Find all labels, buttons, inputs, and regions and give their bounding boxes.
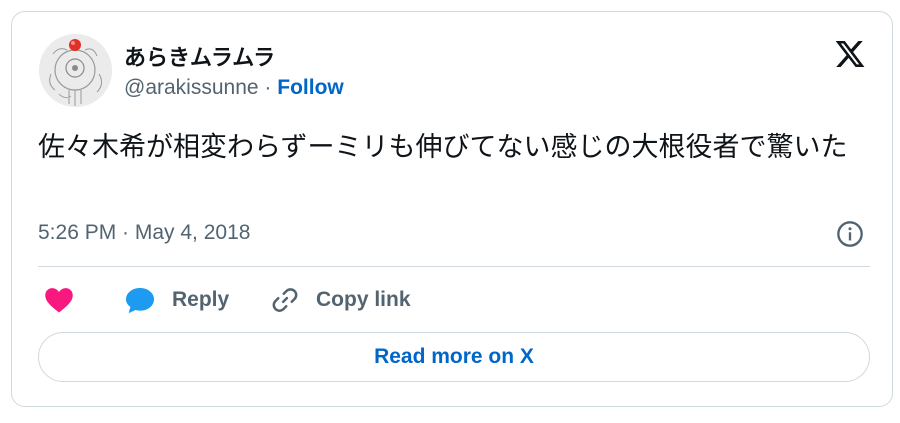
heart-icon[interactable] xyxy=(44,286,74,314)
reply-label: Reply xyxy=(172,288,230,311)
divider xyxy=(38,266,870,267)
embedded-tweet-card: あらきムラムラ @arakissunne · Follow 佐々木希が相変わらず… xyxy=(11,11,893,407)
author-handle-row: @arakissunne · Follow xyxy=(124,76,344,100)
copy-link-button[interactable]: Copy link xyxy=(270,282,411,318)
link-icon xyxy=(272,288,298,312)
handle-separator: · xyxy=(264,76,272,99)
info-icon[interactable] xyxy=(836,220,864,248)
avatar-sketch-image xyxy=(39,34,112,107)
speech-bubble-icon xyxy=(126,288,154,314)
follow-button[interactable]: Follow xyxy=(277,76,344,99)
read-more-button[interactable]: Read more on X xyxy=(38,332,870,382)
tweet-timestamp[interactable]: 5:26 PM · May 4, 2018 xyxy=(38,221,250,245)
x-logo-icon[interactable] xyxy=(834,38,866,70)
copy-link-label: Copy link xyxy=(316,288,411,311)
author-handle[interactable]: @arakissunne xyxy=(124,76,259,99)
reply-button[interactable]: Reply xyxy=(124,282,229,318)
avatar[interactable] xyxy=(39,34,112,107)
read-more-label: Read more on X xyxy=(374,345,534,368)
author-display-name[interactable]: あらきムラムラ xyxy=(124,40,275,72)
tweet-text: 佐々木希が相変わらずーミリも伸びてない感じの大根役者で驚いた xyxy=(38,132,848,162)
